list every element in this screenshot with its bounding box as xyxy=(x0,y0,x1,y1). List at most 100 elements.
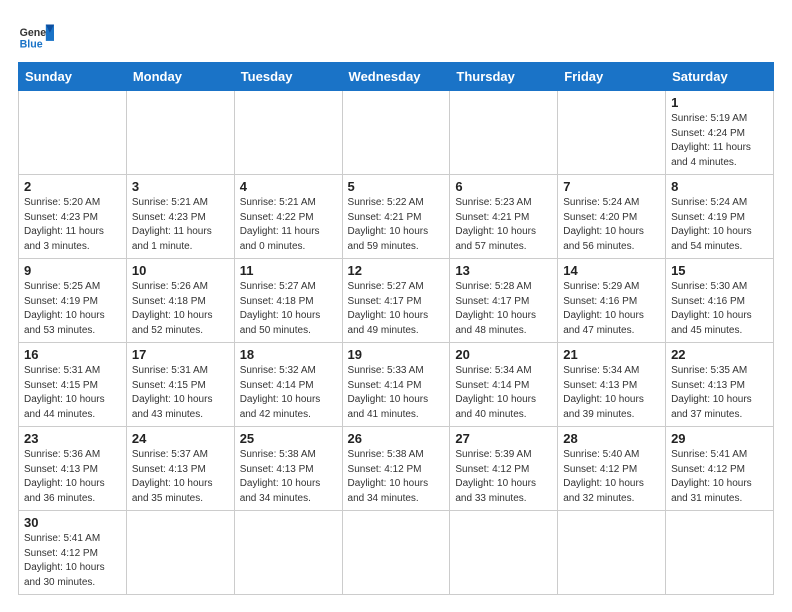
day-info: Sunrise: 5:31 AM Sunset: 4:15 PM Dayligh… xyxy=(132,364,229,422)
day-cell xyxy=(19,91,127,175)
day-number: 21 xyxy=(563,347,660,362)
day-cell xyxy=(666,511,774,595)
day-cell: 6Sunrise: 5:23 AM Sunset: 4:21 PM Daylig… xyxy=(450,175,558,259)
day-info: Sunrise: 5:27 AM Sunset: 4:17 PM Dayligh… xyxy=(348,280,445,338)
day-info: Sunrise: 5:32 AM Sunset: 4:14 PM Dayligh… xyxy=(240,364,337,422)
day-number: 27 xyxy=(455,431,552,446)
day-cell xyxy=(558,511,666,595)
day-info: Sunrise: 5:24 AM Sunset: 4:20 PM Dayligh… xyxy=(563,196,660,254)
day-cell: 13 Sunrise: 5:28 AM Sunset: 4:17 PM Dayli… xyxy=(450,259,558,343)
weekday-header-row: SundayMondayTuesdayWednesdayThursdayFrid… xyxy=(19,63,774,91)
day-info: Sunrise: 5:37 AM Sunset: 4:13 PM Dayligh… xyxy=(132,448,229,506)
day-info: Sunrise: 5:27 AM Sunset: 4:18 PM Dayligh… xyxy=(240,280,337,338)
day-cell: 23 Sunrise: 5:36 AM Sunset: 4:13 PM Dayli… xyxy=(19,427,127,511)
day-number: 8 xyxy=(671,179,768,194)
day-cell: 12Sunrise: 5:27 AM Sunset: 4:17 PM Dayli… xyxy=(342,259,450,343)
day-info: Sunrise: 5:26 AM Sunset: 4:18 PM Dayligh… xyxy=(132,280,229,338)
day-info: Sunrise: 5:36 AM Sunset: 4:13 PM Dayligh… xyxy=(24,448,121,506)
day-number: 6 xyxy=(455,179,552,194)
day-number: 5 xyxy=(348,179,445,194)
day-number: 23 xyxy=(24,431,121,446)
day-info: Sunrise: 5:33 AM Sunset: 4:14 PM Dayligh… xyxy=(348,364,445,422)
day-cell xyxy=(234,511,342,595)
day-number: 19 xyxy=(348,347,445,362)
day-number: 11 xyxy=(240,263,337,278)
day-number: 30 xyxy=(24,515,121,530)
week-row-3: 9Sunrise: 5:25 AM Sunset: 4:19 PM Daylig… xyxy=(19,259,774,343)
weekday-header-thursday: Thursday xyxy=(450,63,558,91)
day-cell: 5 Sunrise: 5:22 AM Sunset: 4:21 PM Daylig… xyxy=(342,175,450,259)
day-info: Sunrise: 5:29 AM Sunset: 4:16 PM Dayligh… xyxy=(563,280,660,338)
day-cell: 3Sunrise: 5:21 AM Sunset: 4:23 PM Daylig… xyxy=(126,175,234,259)
week-row-6: 30 Sunrise: 5:41 AM Sunset: 4:12 PM Dayli… xyxy=(19,511,774,595)
week-row-4: 16 Sunrise: 5:31 AM Sunset: 4:15 PM Dayli… xyxy=(19,343,774,427)
day-cell: 7Sunrise: 5:24 AM Sunset: 4:20 PM Daylig… xyxy=(558,175,666,259)
calendar-table: SundayMondayTuesdayWednesdayThursdayFrid… xyxy=(18,62,774,595)
day-cell: 17Sunrise: 5:31 AM Sunset: 4:15 PM Dayli… xyxy=(126,343,234,427)
day-cell: 21 Sunrise: 5:34 AM Sunset: 4:13 PM Dayli… xyxy=(558,343,666,427)
day-cell: 1Sunrise: 5:19 AM Sunset: 4:24 PM Daylig… xyxy=(666,91,774,175)
day-cell xyxy=(558,91,666,175)
day-number: 18 xyxy=(240,347,337,362)
day-number: 26 xyxy=(348,431,445,446)
weekday-header-sunday: Sunday xyxy=(19,63,127,91)
day-cell xyxy=(342,91,450,175)
weekday-header-tuesday: Tuesday xyxy=(234,63,342,91)
day-cell: 2 Sunrise: 5:20 AM Sunset: 4:23 PM Daylig… xyxy=(19,175,127,259)
day-info: Sunrise: 5:20 AM Sunset: 4:23 PM Dayligh… xyxy=(24,196,121,254)
weekday-header-monday: Monday xyxy=(126,63,234,91)
day-info: Sunrise: 5:24 AM Sunset: 4:19 PM Dayligh… xyxy=(671,196,768,254)
day-number: 4 xyxy=(240,179,337,194)
day-cell: 30 Sunrise: 5:41 AM Sunset: 4:12 PM Dayli… xyxy=(19,511,127,595)
day-number: 28 xyxy=(563,431,660,446)
weekday-header-wednesday: Wednesday xyxy=(342,63,450,91)
svg-text:Blue: Blue xyxy=(20,38,43,50)
day-cell xyxy=(450,91,558,175)
day-info: Sunrise: 5:39 AM Sunset: 4:12 PM Dayligh… xyxy=(455,448,552,506)
day-info: Sunrise: 5:35 AM Sunset: 4:13 PM Dayligh… xyxy=(671,364,768,422)
day-number: 16 xyxy=(24,347,121,362)
day-number: 1 xyxy=(671,95,768,110)
day-cell: 26 Sunrise: 5:38 AM Sunset: 4:12 PM Dayli… xyxy=(342,427,450,511)
day-info: Sunrise: 5:22 AM Sunset: 4:21 PM Dayligh… xyxy=(348,196,445,254)
day-cell: 14 Sunrise: 5:29 AM Sunset: 4:16 PM Dayli… xyxy=(558,259,666,343)
day-number: 10 xyxy=(132,263,229,278)
day-cell: 15Sunrise: 5:30 AM Sunset: 4:16 PM Dayli… xyxy=(666,259,774,343)
day-number: 14 xyxy=(563,263,660,278)
day-number: 22 xyxy=(671,347,768,362)
day-cell: 10 Sunrise: 5:26 AM Sunset: 4:18 PM Dayli… xyxy=(126,259,234,343)
day-number: 25 xyxy=(240,431,337,446)
week-row-2: 2 Sunrise: 5:20 AM Sunset: 4:23 PM Daylig… xyxy=(19,175,774,259)
day-cell xyxy=(126,511,234,595)
day-number: 20 xyxy=(455,347,552,362)
logo: General Blue xyxy=(18,18,54,54)
day-cell: 24 Sunrise: 5:37 AM Sunset: 4:13 PM Dayli… xyxy=(126,427,234,511)
day-cell: 27 Sunrise: 5:39 AM Sunset: 4:12 PM Dayli… xyxy=(450,427,558,511)
day-number: 2 xyxy=(24,179,121,194)
day-cell xyxy=(126,91,234,175)
day-info: Sunrise: 5:34 AM Sunset: 4:14 PM Dayligh… xyxy=(455,364,552,422)
week-row-1: 1Sunrise: 5:19 AM Sunset: 4:24 PM Daylig… xyxy=(19,91,774,175)
day-info: Sunrise: 5:41 AM Sunset: 4:12 PM Dayligh… xyxy=(671,448,768,506)
day-number: 9 xyxy=(24,263,121,278)
day-info: Sunrise: 5:28 AM Sunset: 4:17 PM Dayligh… xyxy=(455,280,552,338)
day-cell: 8 Sunrise: 5:24 AM Sunset: 4:19 PM Daylig… xyxy=(666,175,774,259)
day-cell: 20 Sunrise: 5:34 AM Sunset: 4:14 PM Dayli… xyxy=(450,343,558,427)
day-number: 13 xyxy=(455,263,552,278)
day-number: 24 xyxy=(132,431,229,446)
day-cell: 29Sunrise: 5:41 AM Sunset: 4:12 PM Dayli… xyxy=(666,427,774,511)
day-cell xyxy=(342,511,450,595)
day-cell: 19 Sunrise: 5:33 AM Sunset: 4:14 PM Dayli… xyxy=(342,343,450,427)
day-info: Sunrise: 5:38 AM Sunset: 4:12 PM Dayligh… xyxy=(348,448,445,506)
calendar-page: General Blue SundayMondayTuesdayWednesda… xyxy=(0,0,792,605)
day-cell xyxy=(450,511,558,595)
day-cell: 9Sunrise: 5:25 AM Sunset: 4:19 PM Daylig… xyxy=(19,259,127,343)
day-cell: 11 Sunrise: 5:27 AM Sunset: 4:18 PM Dayli… xyxy=(234,259,342,343)
day-info: Sunrise: 5:40 AM Sunset: 4:12 PM Dayligh… xyxy=(563,448,660,506)
day-info: Sunrise: 5:34 AM Sunset: 4:13 PM Dayligh… xyxy=(563,364,660,422)
generalblue-logo-icon: General Blue xyxy=(18,18,54,54)
day-number: 15 xyxy=(671,263,768,278)
day-info: Sunrise: 5:21 AM Sunset: 4:22 PM Dayligh… xyxy=(240,196,337,254)
weekday-header-saturday: Saturday xyxy=(666,63,774,91)
day-info: Sunrise: 5:41 AM Sunset: 4:12 PM Dayligh… xyxy=(24,532,121,590)
